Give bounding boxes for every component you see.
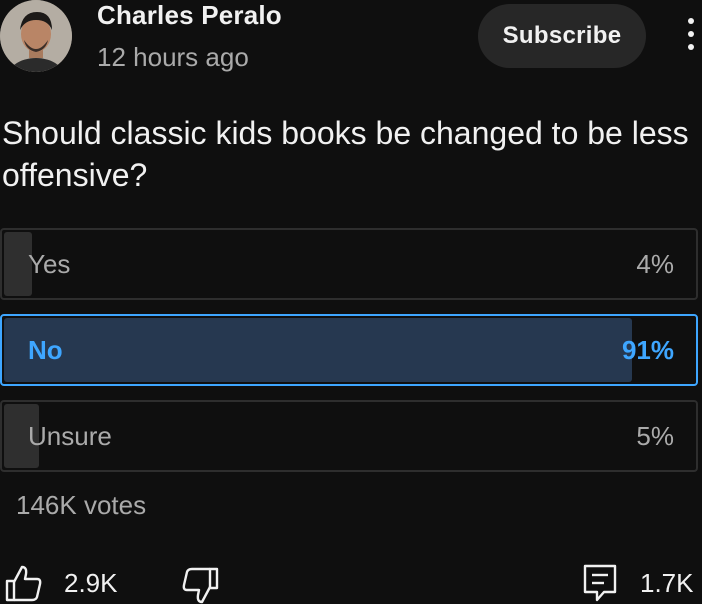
poll-option-label: Unsure — [28, 421, 112, 451]
more-vert-icon[interactable] — [684, 18, 698, 58]
poll-option-label: No — [28, 335, 63, 365]
author-name[interactable]: Charles Peralo — [97, 0, 282, 31]
poll-post: Charles Peralo 12 hours ago Subscribe Sh… — [0, 0, 702, 604]
subscribe-button[interactable]: Subscribe — [478, 4, 646, 68]
avatar-image — [0, 0, 72, 72]
poll-option-yes[interactable]: Yes 4% — [0, 228, 698, 300]
thumbs-up-icon[interactable] — [4, 563, 44, 603]
poll-option-no[interactable]: No 91% — [0, 314, 698, 386]
like-count: 2.9K — [64, 568, 118, 598]
post-timestamp: 12 hours ago — [97, 42, 249, 72]
poll-option-unsure[interactable]: Unsure 5% — [0, 400, 698, 472]
avatar[interactable] — [0, 0, 72, 72]
poll-option-percent: 91% — [621, 335, 674, 365]
vote-count: 146K votes — [16, 490, 147, 520]
thumbs-down-icon[interactable] — [180, 566, 220, 604]
poll-option-label: Yes — [28, 249, 71, 279]
poll-option-percent: 4% — [636, 249, 674, 279]
poll-option-percent: 5% — [636, 421, 674, 451]
poll-option-bar — [4, 318, 632, 382]
poll-question: Should classic kids books be changed to … — [2, 115, 689, 193]
comment-icon[interactable] — [582, 563, 618, 603]
comment-count: 1.7K — [640, 568, 694, 598]
